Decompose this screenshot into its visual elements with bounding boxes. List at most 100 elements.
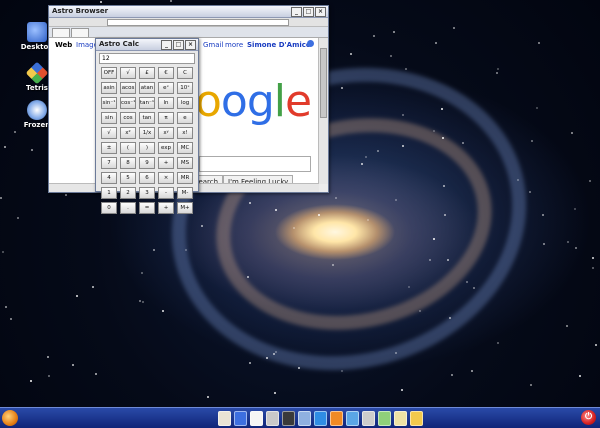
calc-key[interactable]: 7 [101, 157, 117, 169]
calculator-window[interactable]: Astro Calc _ □ × 12 OFF √ £ € Casin acos atan e… [95, 38, 199, 214]
star [65, 193, 68, 196]
calc-key[interactable]: tan⁻¹ [139, 97, 155, 109]
document-icon[interactable] [250, 411, 263, 426]
calc-key[interactable]: tan [139, 112, 155, 124]
browser-titlebar[interactable]: Astro Browser _ □ × [49, 6, 328, 18]
calc-key[interactable]: M+ [177, 202, 193, 214]
google-icon[interactable] [234, 411, 247, 426]
calc-key[interactable]: xʸ [158, 127, 174, 139]
calc-key[interactable]: ) [139, 142, 155, 154]
nav-link-web[interactable]: Web [55, 41, 72, 49]
calc-key[interactable]: 4 [101, 172, 117, 184]
globe-icon[interactable] [314, 411, 327, 426]
maximize-button[interactable]: □ [303, 7, 314, 17]
vertical-scrollbar[interactable] [318, 38, 328, 184]
calc-key[interactable]: ln [158, 97, 174, 109]
star [360, 162, 363, 165]
calc-key[interactable]: - [158, 187, 174, 199]
calc-key[interactable]: sin [101, 112, 117, 124]
calc-key[interactable]: + [158, 157, 174, 169]
star [592, 266, 595, 269]
rss-icon[interactable] [330, 411, 343, 426]
calc-key[interactable]: = [139, 202, 155, 214]
star [95, 372, 98, 375]
calculator-titlebar[interactable]: Astro Calc _ □ × [96, 39, 198, 51]
home-icon[interactable] [218, 411, 231, 426]
calc-key[interactable]: atan [139, 82, 155, 94]
nav-link-more[interactable]: more [225, 41, 243, 49]
nav-link-user[interactable]: Simone D'Amico [247, 41, 311, 49]
calc-key[interactable]: OFF [101, 67, 117, 79]
start-menu-button[interactable] [2, 410, 18, 426]
calc-key[interactable]: 8 [120, 157, 136, 169]
calc-key[interactable]: e [177, 112, 193, 124]
star [589, 180, 592, 183]
film-icon[interactable] [362, 411, 375, 426]
calc-key[interactable]: √ [120, 67, 136, 79]
star [29, 380, 32, 383]
calc-key[interactable]: € [158, 67, 174, 79]
close-button[interactable]: × [185, 40, 196, 50]
calc-key[interactable]: asin [101, 82, 117, 94]
calc-key[interactable]: cos [120, 112, 136, 124]
search-input[interactable] [199, 156, 311, 172]
calc-key[interactable]: sin⁻¹ [101, 97, 117, 109]
info-icon[interactable] [346, 411, 359, 426]
settings-gear-icon[interactable] [307, 40, 314, 47]
star [448, 316, 451, 319]
calc-key[interactable]: 9 [139, 157, 155, 169]
calc-key[interactable]: acos [120, 82, 136, 94]
calc-key[interactable]: . [120, 202, 136, 214]
nav-link-gmail[interactable]: Gmail [203, 41, 223, 49]
calc-key[interactable]: log [177, 97, 193, 109]
calc-key[interactable]: 5 [120, 172, 136, 184]
calc-key[interactable]: cos⁻¹ [120, 97, 136, 109]
minimize-button[interactable]: _ [161, 40, 172, 50]
player-icon[interactable] [282, 411, 295, 426]
calc-key[interactable]: x! [177, 127, 193, 139]
calc-key[interactable]: 0 [101, 202, 117, 214]
calc-key[interactable]: 3 [139, 187, 155, 199]
calc-key[interactable]: MS [177, 157, 193, 169]
star [390, 55, 393, 58]
forward-button[interactable] [71, 28, 89, 37]
calc-key[interactable]: ( [120, 142, 136, 154]
maximize-button[interactable]: □ [173, 40, 184, 50]
calc-key[interactable]: + [158, 202, 174, 214]
star [530, 383, 533, 386]
frozen-bubble-icon [27, 100, 47, 120]
mail-icon[interactable] [394, 411, 407, 426]
calc-key[interactable]: exp [158, 142, 174, 154]
calc-key[interactable]: x² [120, 127, 136, 139]
calc-key[interactable]: C [177, 67, 193, 79]
calc-key[interactable]: √ [101, 127, 117, 139]
calc-key[interactable]: £ [139, 67, 155, 79]
logo-letter: l [273, 76, 286, 127]
power-button[interactable]: ⏻ [581, 410, 596, 425]
calc-key[interactable]: ± [101, 142, 117, 154]
tetris-icon [25, 61, 49, 85]
calculator-icon[interactable] [266, 411, 279, 426]
gear-icon[interactable] [298, 411, 311, 426]
address-bar[interactable] [107, 19, 289, 26]
calc-key[interactable]: eˣ [158, 82, 174, 94]
calc-key[interactable]: 2 [120, 187, 136, 199]
calc-key[interactable]: M- [177, 187, 193, 199]
star [140, 272, 143, 275]
calc-key[interactable]: π [158, 112, 174, 124]
scroll-thumb[interactable] [320, 48, 327, 118]
calc-key[interactable]: × [158, 172, 174, 184]
minimize-button[interactable]: _ [291, 7, 302, 17]
star [249, 362, 252, 365]
calc-key[interactable]: 6 [139, 172, 155, 184]
star [441, 136, 444, 139]
calc-key[interactable]: 10ˣ [177, 82, 193, 94]
calc-key[interactable]: 1/x [139, 127, 155, 139]
calc-key[interactable]: MC [177, 142, 193, 154]
folder-icon[interactable] [410, 411, 423, 426]
image-icon[interactable] [378, 411, 391, 426]
close-button[interactable]: × [315, 7, 326, 17]
calc-key[interactable]: 1 [101, 187, 117, 199]
back-button[interactable] [52, 28, 70, 37]
calc-key[interactable]: MR [177, 172, 193, 184]
